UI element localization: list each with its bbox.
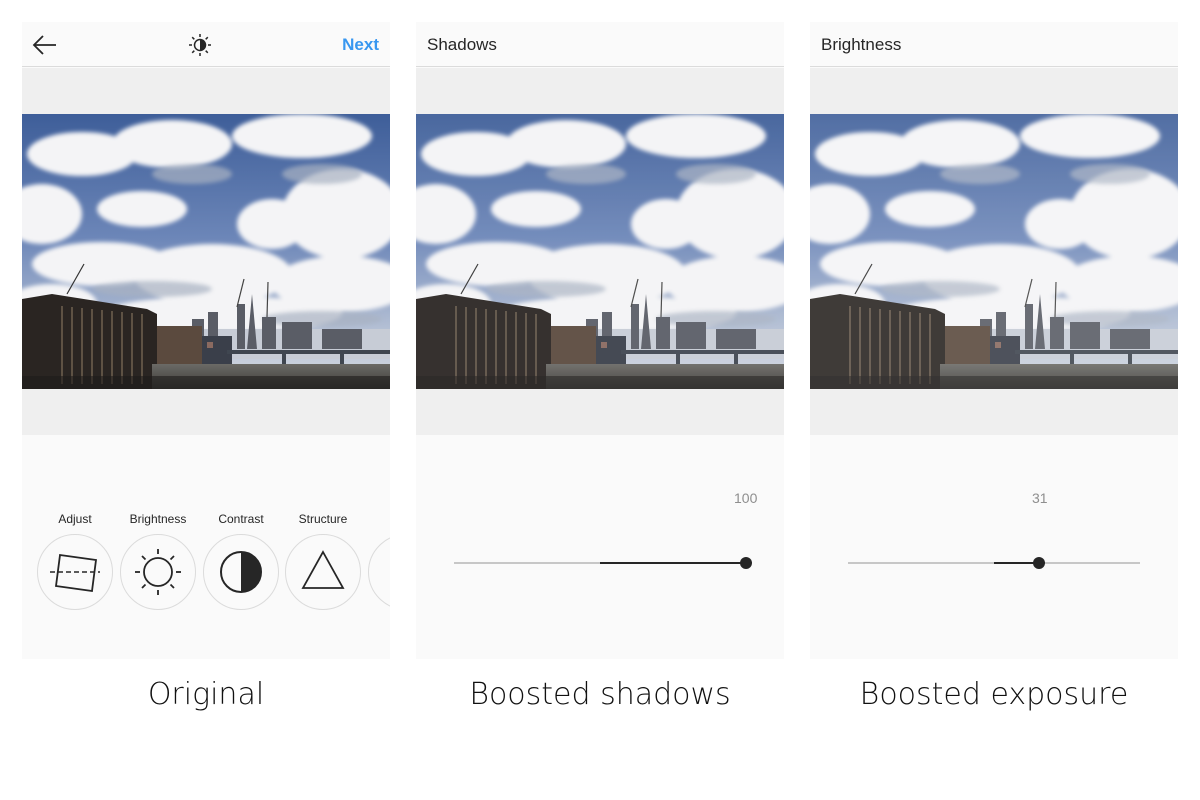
tool-label: Structure <box>298 512 348 526</box>
top-bar: Shadows <box>416 22 784 67</box>
slider-value: 100 <box>734 490 758 506</box>
tool-title: Shadows <box>427 35 497 54</box>
lux-sun-icon[interactable] <box>188 33 212 57</box>
tool-partial[interactable]: W <box>367 512 390 610</box>
top-bar: Brightness <box>810 22 1178 67</box>
editor-panel-original: Next Adjust Brightness Contrast Structur… <box>22 22 390 659</box>
brightness-slider[interactable] <box>848 557 1140 569</box>
tool-label: W <box>367 512 390 528</box>
slider-value: 31 <box>1032 490 1048 506</box>
photo-stage <box>810 68 1178 435</box>
caption-original: Original <box>147 677 265 712</box>
tool-contrast[interactable]: Contrast <box>202 512 280 610</box>
photo-preview <box>416 114 784 389</box>
tool-adjust[interactable]: Adjust <box>36 512 114 610</box>
photo-stage <box>22 68 390 435</box>
arrow-left-icon[interactable] <box>32 33 58 57</box>
contrast-half-circle-icon[interactable] <box>203 534 279 610</box>
tool-label: Adjust <box>58 512 92 526</box>
shadows-slider[interactable] <box>454 557 752 569</box>
slider-handle[interactable] <box>1033 557 1046 569</box>
tool-brightness[interactable]: Brightness <box>119 512 197 610</box>
tool-structure[interactable]: Structure <box>284 512 362 610</box>
caption-brightness: Boosted exposure <box>859 677 1129 712</box>
tool-label: Brightness <box>129 512 187 526</box>
photo-stage <box>416 68 784 435</box>
photo-preview <box>810 114 1178 389</box>
tool-strip: Adjust Brightness Contrast Structure <box>22 512 390 612</box>
tool-label: Contrast <box>218 512 264 526</box>
triangle-icon[interactable] <box>285 534 361 610</box>
photo-preview <box>22 114 390 389</box>
next-button[interactable]: Next <box>342 35 379 55</box>
partial-tool-icon[interactable] <box>368 534 390 610</box>
adjust-frame-icon[interactable] <box>37 534 113 610</box>
slider-handle[interactable] <box>740 557 752 569</box>
sun-icon[interactable] <box>120 534 196 610</box>
editor-panel-shadows: Shadows 100 <box>416 22 784 659</box>
editor-panel-brightness: Brightness 31 <box>810 22 1178 659</box>
caption-shadows: Boosted shadows <box>469 677 731 712</box>
slider-fill <box>600 562 746 564</box>
tool-title: Brightness <box>821 35 902 54</box>
top-bar: Next <box>22 22 390 67</box>
